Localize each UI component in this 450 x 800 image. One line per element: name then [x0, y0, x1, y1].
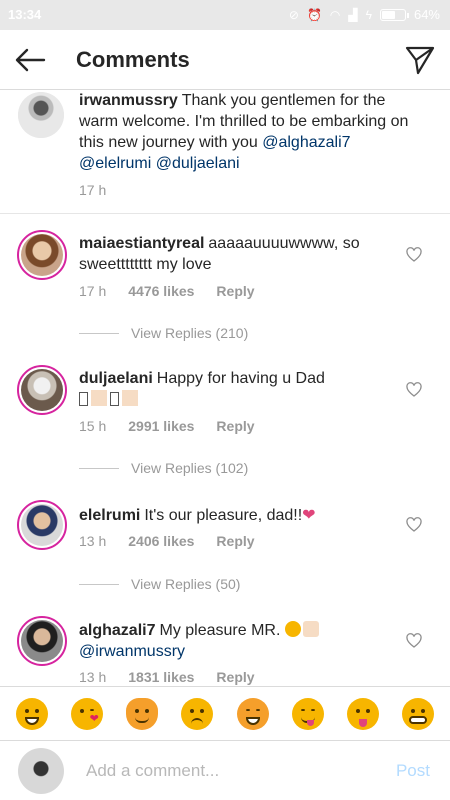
skin-tone-icon [91, 390, 107, 406]
avatar [18, 748, 64, 794]
status-bar: 13:34 ⊘ ⏰ ◠ ▟ ϟ 64% [0, 0, 450, 30]
signal-icon: ▟ [348, 7, 358, 22]
direct-send-icon[interactable] [404, 44, 436, 76]
grimacing-face-icon[interactable] [402, 697, 435, 730]
comment-body: Happy for having u Dad [156, 370, 325, 387]
comment-meta: 17 h 4476 likes Reply [79, 283, 255, 299]
laughing-face-icon[interactable] [236, 697, 269, 730]
worried-face-icon[interactable] [181, 697, 214, 730]
battery-icon [379, 8, 409, 21]
reply-button[interactable]: Reply [216, 533, 254, 549]
divider [79, 332, 119, 334]
wifi-icon: ◠ [329, 7, 341, 22]
cat-face-icon[interactable] [126, 697, 159, 730]
comment-text: elelrumi It's our pleasure, dad!!❤ [79, 505, 399, 526]
yum-face-icon[interactable] [291, 697, 324, 730]
missing-glyph-icon [79, 392, 88, 406]
like-count[interactable]: 4476 likes [128, 283, 194, 299]
divider [79, 467, 119, 469]
emoji-bar: ❤ [0, 686, 450, 740]
reply-button[interactable]: Reply [216, 283, 254, 299]
back-arrow-icon[interactable] [14, 46, 46, 74]
kissing-wink-face-icon[interactable]: ❤ [70, 697, 103, 730]
comment-username[interactable]: maiaestiantyreal [79, 235, 204, 252]
comments-header: Comments [0, 30, 450, 90]
timestamp: 17 h [79, 283, 107, 299]
divider [79, 583, 119, 585]
comment-body: My pleasure MR. [159, 622, 281, 639]
timestamp: 13 h [79, 669, 107, 685]
post-caption: irwanmussry Thank you gentlemen for the w… [0, 90, 450, 214]
mute-icon: ⊘ [288, 7, 299, 22]
caption-meta: 17 h [79, 182, 106, 198]
comment-text: maiaestiantyreal aaaaauuuuwwww, so sweett… [79, 233, 399, 275]
comment-composer: Post [0, 740, 450, 800]
page-title: Comments [76, 47, 190, 72]
like-count[interactable]: 2406 likes [128, 533, 194, 549]
comment-username[interactable]: alghazali7 [79, 622, 155, 639]
comment-text: alghazali7 My pleasure MR. @irwanmussry [79, 620, 399, 662]
reply-button[interactable]: Reply [216, 418, 254, 434]
comment-meta: 13 h 1831 likes Reply [79, 669, 255, 685]
like-count[interactable]: 1831 likes [128, 669, 194, 685]
comment-meta: 15 h 2991 likes Reply [79, 418, 255, 434]
comment-username[interactable]: duljaelani [79, 370, 153, 387]
charging-icon: ϟ [365, 7, 372, 22]
comments-list[interactable]: irwanmussry Thank you gentlemen for the w… [0, 90, 450, 686]
alarm-icon: ⏰ [306, 7, 322, 22]
comment-text: duljaelani Happy for having u Dad [79, 368, 399, 410]
timestamp: 17 h [79, 182, 107, 198]
like-heart-icon[interactable] [406, 633, 422, 649]
view-replies[interactable]: View Replies (50) [79, 576, 240, 592]
timestamp: 13 h [79, 533, 107, 549]
caption-username[interactable]: irwanmussry [79, 92, 178, 109]
view-replies[interactable]: View Replies (102) [79, 460, 248, 476]
status-time: 13:34 [8, 7, 42, 22]
avatar[interactable] [18, 92, 64, 138]
avatar[interactable] [17, 616, 67, 666]
halo-face-icon [284, 621, 301, 637]
mention-link[interactable]: @irwanmussry [79, 643, 185, 660]
avatar[interactable] [17, 230, 67, 280]
view-replies-label[interactable]: View Replies (210) [131, 325, 248, 341]
comment-body: It's our pleasure, dad!! [144, 507, 303, 524]
like-heart-icon[interactable] [406, 517, 422, 533]
comment-input[interactable] [86, 757, 376, 785]
mention-link[interactable]: @elelrumi [79, 155, 151, 172]
avatar[interactable] [17, 365, 67, 415]
folded-hands-icon [302, 621, 319, 637]
mention-link[interactable]: @duljaelani [156, 155, 240, 172]
missing-glyph-icon [110, 392, 119, 406]
skin-tone-icon [122, 390, 138, 406]
view-replies-label[interactable]: View Replies (50) [131, 576, 240, 592]
like-heart-icon[interactable] [406, 247, 422, 263]
timestamp: 15 h [79, 418, 107, 434]
like-heart-icon[interactable] [406, 382, 422, 398]
comment-meta: 13 h 2406 likes Reply [79, 533, 255, 549]
pink-heart-icon: ❤ [302, 507, 316, 524]
like-count[interactable]: 2991 likes [128, 418, 194, 434]
battery-percent: 64% [413, 7, 440, 22]
view-replies-label[interactable]: View Replies (102) [131, 460, 248, 476]
grinning-face-icon[interactable] [15, 697, 48, 730]
avatar[interactable] [17, 500, 67, 550]
view-replies[interactable]: View Replies (210) [79, 325, 248, 341]
comment-username[interactable]: elelrumi [79, 507, 140, 524]
tongue-face-icon[interactable] [347, 697, 380, 730]
post-button[interactable]: Post [396, 761, 430, 781]
mention-link[interactable]: @alghazali7 [262, 134, 350, 151]
caption-text: irwanmussry Thank you gentlemen for the w… [79, 90, 409, 174]
reply-button[interactable]: Reply [216, 669, 254, 685]
